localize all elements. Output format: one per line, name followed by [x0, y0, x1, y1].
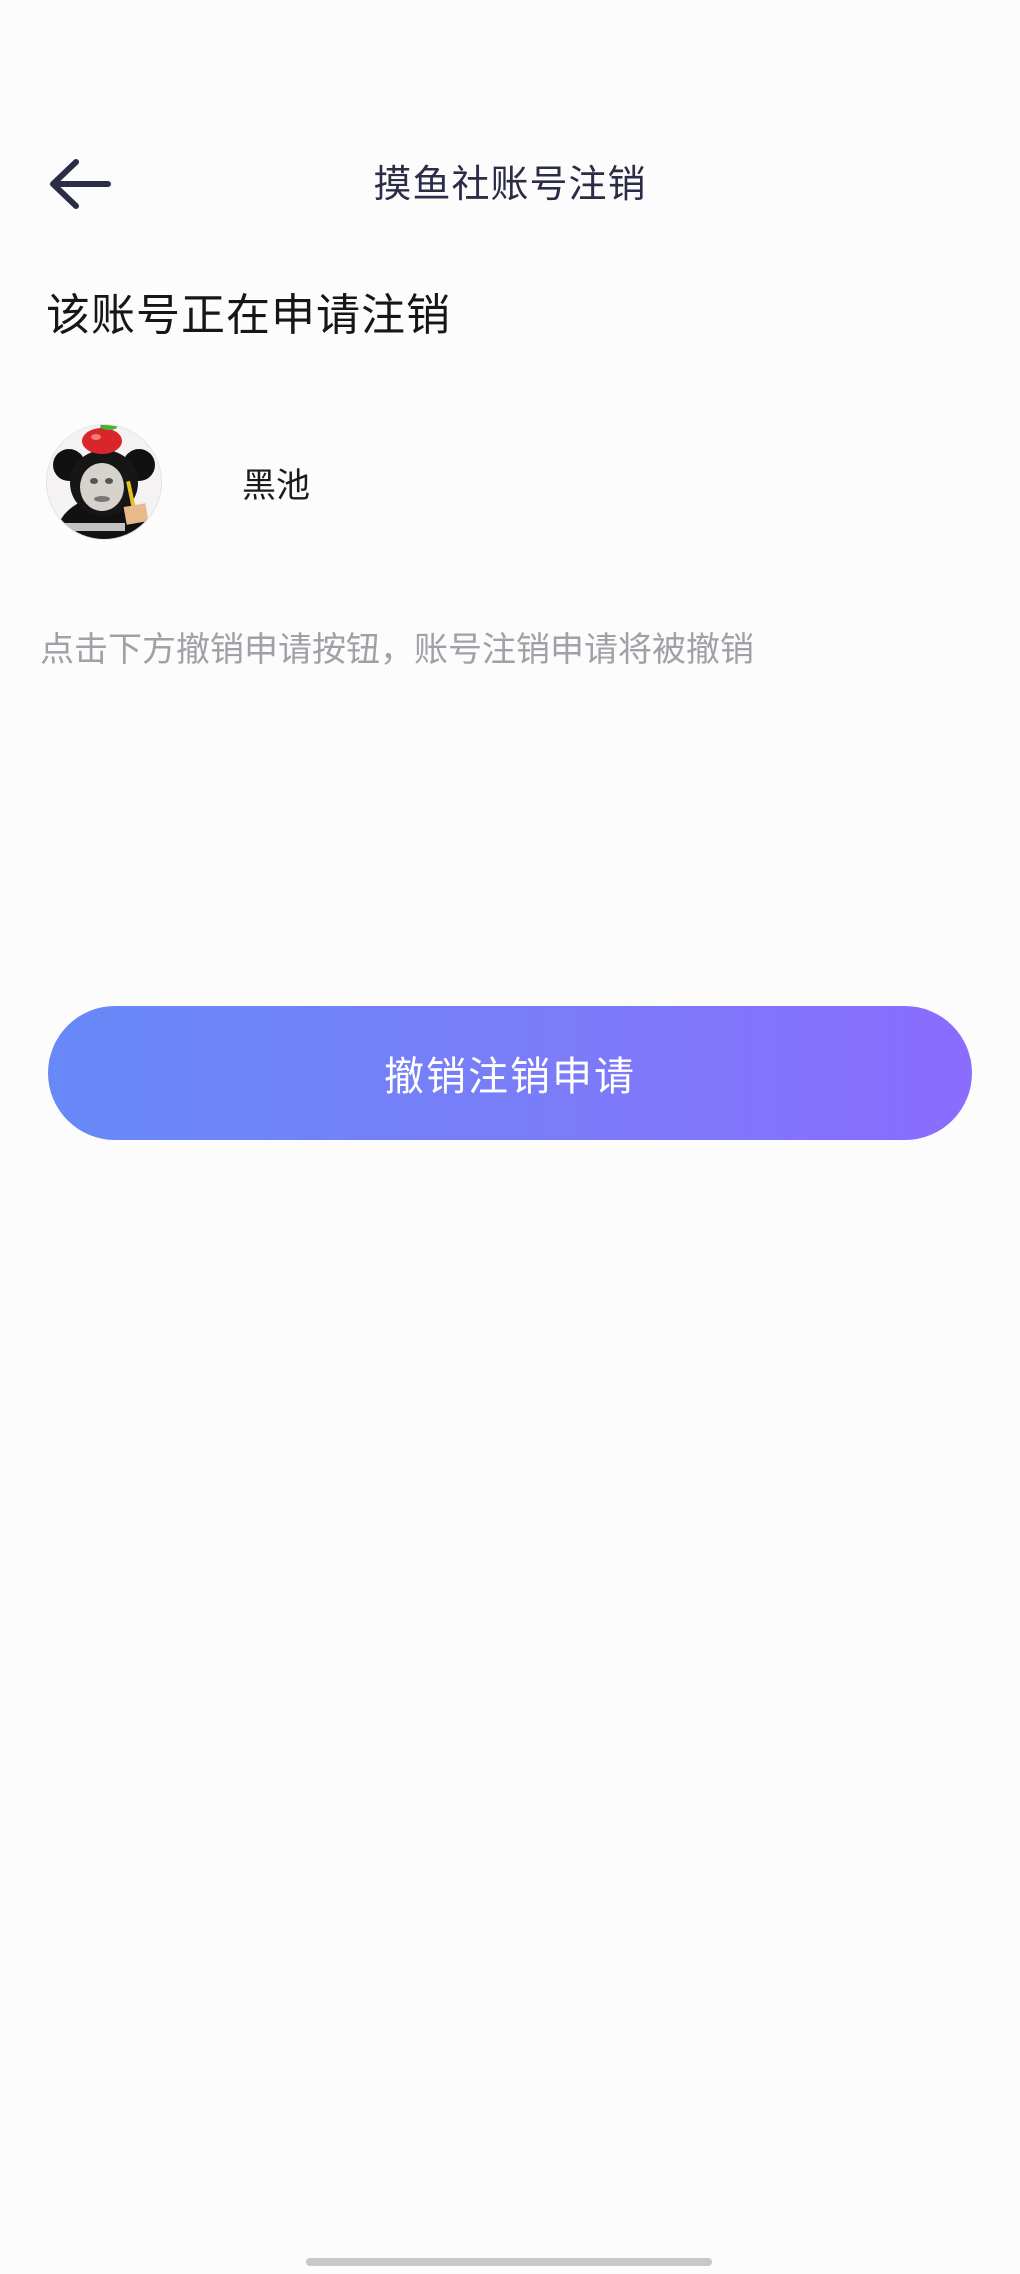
username: 黑池	[242, 465, 310, 506]
user-row: 黑池	[46, 424, 310, 540]
hint-text: 点击下方撤销申请按钮，账号注销申请将被撤销	[40, 630, 754, 670]
avatar	[46, 424, 162, 540]
arrow-left-icon	[50, 159, 111, 209]
avatar-image	[47, 425, 161, 539]
home-indicator[interactable]	[306, 2258, 712, 2266]
revoke-button-label: 撤销注销申请	[384, 1054, 636, 1100]
revoke-cancellation-button[interactable]: 撤销注销申请	[48, 1006, 972, 1140]
page-title: 摸鱼社账号注销	[373, 162, 647, 206]
nav-bar: 摸鱼社账号注销	[0, 130, 1020, 238]
status-heading: 该账号正在申请注销	[46, 290, 451, 341]
back-button[interactable]	[40, 146, 120, 222]
